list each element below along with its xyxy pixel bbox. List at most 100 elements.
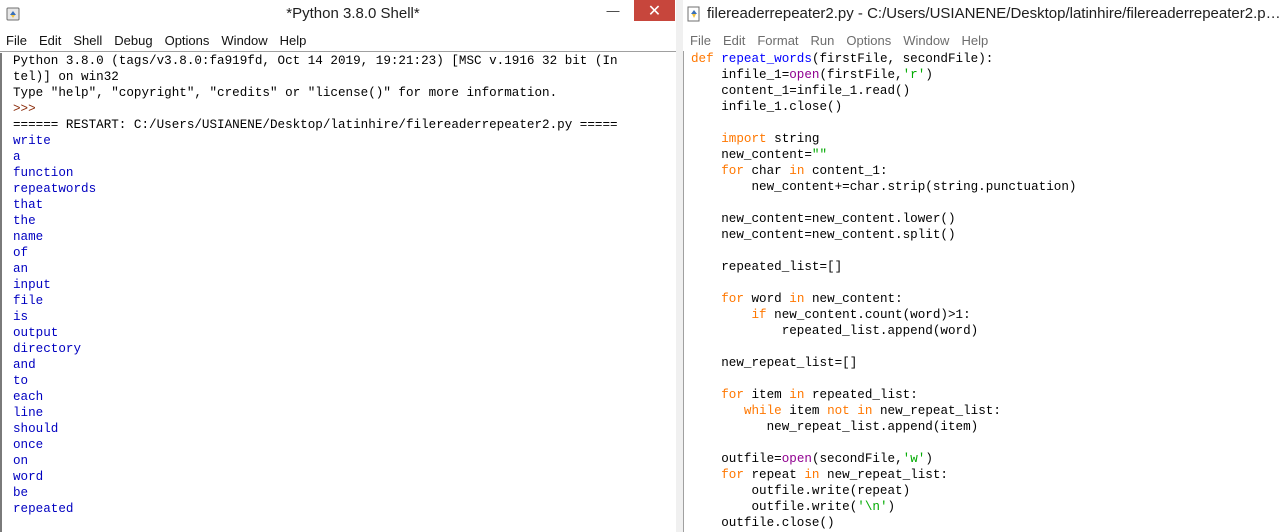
- output-line: is: [13, 310, 29, 324]
- code-line: import string: [691, 131, 1285, 147]
- shell-output-area[interactable]: Python 3.8.0 (tags/v3.8.0:fa919fd, Oct 1…: [0, 53, 676, 532]
- code-token: outfile.write(: [691, 500, 858, 514]
- output-line: and: [13, 358, 36, 372]
- editor-menu-edit[interactable]: Edit: [717, 33, 751, 48]
- code-token: open: [781, 452, 812, 466]
- code-token: if: [691, 308, 767, 322]
- shell-menu-options[interactable]: Options: [159, 33, 216, 48]
- code-token: ): [925, 68, 933, 82]
- shell-window: *Python 3.8.0 Shell* — ☐ ✕ FileEditShell…: [0, 0, 677, 532]
- output-line: the: [13, 214, 36, 228]
- code-token: infile_1=: [691, 68, 790, 82]
- code-token: new_repeat_list:: [819, 468, 948, 482]
- code-token: 'r': [902, 68, 926, 82]
- code-line: new_repeat_list=[]: [691, 355, 1285, 371]
- editor-titlebar[interactable]: filereaderrepeater2.py - C:/Users/USIANE…: [683, 0, 1285, 29]
- output-line: each: [13, 390, 44, 404]
- code-editor[interactable]: def repeat_words(firstFile, secondFile):…: [683, 51, 1285, 532]
- shell-titlebar[interactable]: *Python 3.8.0 Shell* — ☐ ✕: [0, 0, 676, 29]
- code-token: (firstFile, secondFile):: [811, 52, 994, 66]
- code-token: new_content:: [804, 292, 903, 306]
- code-token: string: [766, 132, 820, 146]
- code-line: new_content+=char.strip(string.punctuati…: [691, 179, 1285, 195]
- code-token: (firstFile,: [819, 68, 903, 82]
- code-line: for char in content_1:: [691, 163, 1285, 179]
- code-token: repeat_words: [721, 52, 812, 66]
- output-line: write: [13, 134, 51, 148]
- code-token: item: [743, 388, 790, 402]
- code-line: new_repeat_list.append(item): [691, 419, 1285, 435]
- code-token: outfile=: [691, 452, 782, 466]
- code-token: item: [781, 404, 828, 418]
- output-line: an: [13, 262, 29, 276]
- minimize-button[interactable]: —: [599, 0, 627, 21]
- shell-menubar: File Edit Shell Debug Options Window Help: [0, 29, 676, 52]
- code-token: repeated_list=[]: [691, 260, 843, 274]
- restart-line: ====== RESTART: C:/Users/USIANENE/Deskto…: [13, 118, 618, 132]
- code-token: for: [691, 468, 744, 482]
- shell-menu-shell[interactable]: Shell: [67, 33, 108, 48]
- code-token: open: [789, 68, 820, 82]
- code-token: repeat: [743, 468, 805, 482]
- code-token: new_content=new_content.split(): [691, 228, 956, 242]
- banner-line: Type "help", "copyright", "credits" or "…: [13, 86, 558, 100]
- code-line: outfile.write(repeat): [691, 483, 1285, 499]
- code-token: in: [804, 468, 820, 482]
- editor-menu-file[interactable]: File: [683, 33, 717, 48]
- code-token: for: [691, 164, 744, 178]
- close-icon: ✕: [647, 2, 662, 20]
- code-token: outfile.write(repeat): [691, 484, 911, 498]
- code-token: word: [743, 292, 790, 306]
- code-line: outfile=open(secondFile,'w'): [691, 451, 1285, 467]
- code-line: new_content=new_content.lower(): [691, 211, 1285, 227]
- code-line: for item in repeated_list:: [691, 387, 1285, 403]
- code-token: new_content=new_content.lower(): [691, 212, 956, 226]
- editor-menu-window[interactable]: Window: [897, 33, 955, 48]
- editor-window: filereaderrepeater2.py - C:/Users/USIANE…: [683, 0, 1285, 532]
- editor-menu-format[interactable]: Format: [751, 33, 804, 48]
- code-token: ): [887, 500, 896, 514]
- code-token: infile_1.close(): [691, 100, 843, 114]
- output-line: a: [13, 150, 21, 164]
- shell-menu-edit[interactable]: Edit: [33, 33, 67, 48]
- code-token: for: [691, 292, 744, 306]
- code-token: for: [691, 388, 744, 402]
- output-line: repeated: [13, 502, 74, 516]
- code-line: outfile.close(): [691, 515, 1285, 531]
- code-token: import: [691, 132, 767, 146]
- code-line: infile_1.close(): [691, 99, 1285, 115]
- shell-menu-window[interactable]: Window: [215, 33, 273, 48]
- code-token: in: [789, 388, 805, 402]
- code-token: content_1:: [804, 164, 888, 178]
- code-line: new_content="": [691, 147, 1285, 163]
- code-token: outfile.close(): [691, 516, 835, 530]
- shell-menu-help[interactable]: Help: [274, 33, 313, 48]
- code-token: new_content.count(word)>1:: [766, 308, 971, 322]
- window-gap: [676, 0, 683, 532]
- code-token: in: [789, 164, 805, 178]
- editor-menu-options[interactable]: Options: [840, 33, 897, 48]
- editor-menu-run[interactable]: Run: [805, 33, 841, 48]
- output-line: be: [13, 486, 29, 500]
- code-line: outfile.write('\n'): [691, 499, 1285, 515]
- code-token: (secondFile,: [811, 452, 903, 466]
- editor-menu-help[interactable]: Help: [955, 33, 994, 48]
- code-token: content_1=infile_1.read(): [691, 84, 911, 98]
- output-line: of: [13, 246, 29, 260]
- shell-window-title: *Python 3.8.0 Shell*: [286, 5, 420, 22]
- code-token: not in: [827, 404, 873, 418]
- code-line: for word in new_content:: [691, 291, 1285, 307]
- shell-menu-debug[interactable]: Debug: [108, 33, 158, 48]
- output-line: once: [13, 438, 44, 452]
- code-token: new_content+=char.strip(string.punctuati…: [691, 180, 1077, 194]
- code-token: char: [743, 164, 790, 178]
- output-line: should: [13, 422, 59, 436]
- output-line: that: [13, 198, 44, 212]
- code-token: while: [691, 404, 782, 418]
- close-button[interactable]: ✕: [634, 0, 675, 21]
- shell-menu-file[interactable]: File: [0, 33, 33, 48]
